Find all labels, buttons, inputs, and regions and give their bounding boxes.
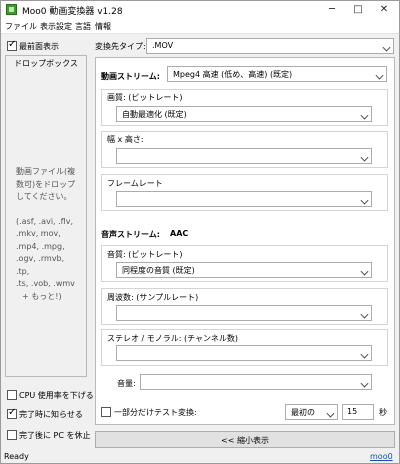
video-size-select[interactable]	[116, 148, 372, 164]
chevron-down-icon	[360, 310, 369, 319]
drop-line: .ts, .vob, .wmv	[16, 279, 75, 288]
target-type-select[interactable]: .MOV	[146, 38, 394, 54]
audio-stream-label: 音声ストリーム:	[101, 230, 160, 239]
test-seconds-value: 15	[347, 407, 358, 416]
drop-line: + もっと!)	[22, 291, 62, 301]
audio-quality-label: 音質: (ビットレート)	[107, 250, 183, 259]
chevron-down-icon	[375, 71, 384, 80]
video-framerate-select[interactable]	[116, 191, 372, 207]
video-framerate-label: フレームレート	[107, 179, 163, 188]
audio-codec-value: AAC	[170, 229, 189, 238]
volume-select[interactable]	[140, 374, 372, 390]
chevron-down-icon	[360, 350, 369, 359]
drop-line: (.asf, .avi, .flv,	[16, 216, 73, 226]
audio-quality-value: 同程度の音質 (既定)	[122, 266, 195, 275]
test-position-select[interactable]: 最初の	[285, 404, 338, 420]
app-icon	[6, 4, 17, 15]
audio-channels-label: ステレオ / モノラル: (チャンネル数)	[107, 334, 239, 343]
test-seconds-input[interactable]: 15	[342, 404, 374, 420]
audio-frequency-label: 周波数: (サンプルレート)	[107, 293, 199, 302]
test-convert-label: 一部分だけテスト変換:	[114, 408, 197, 417]
window-title: Moo0 動画変換器 v1.28	[22, 7, 123, 17]
target-type-value: .MOV	[152, 41, 174, 50]
chevron-down-icon	[360, 196, 369, 205]
video-quality-value: 自動最適化 (既定)	[122, 110, 187, 119]
chevron-down-icon	[360, 153, 369, 162]
minimize-button[interactable]: ─	[319, 1, 345, 19]
video-quality-label: 画質: (ビットレート)	[107, 93, 183, 102]
status-text: Ready	[4, 452, 29, 461]
cpu-limit-label: CPU 使用率を下げる	[19, 391, 94, 400]
drop-line-spacer	[16, 204, 80, 216]
shutdown-label: 完了後に PC を休止	[19, 431, 91, 440]
drop-line: .mkv, mov,	[16, 229, 61, 238]
cpu-limit-checkbox[interactable]	[7, 390, 17, 400]
notify-checkbox[interactable]	[7, 407, 17, 419]
video-codec-value: Mpeg4 高速 (低め、高速) (既定)	[173, 70, 293, 79]
audio-quality-select[interactable]: 同程度の音質 (既定)	[116, 262, 372, 278]
notify-label: 完了時に知らせる	[19, 410, 83, 419]
shutdown-checkbox[interactable]	[7, 430, 17, 440]
audio-frequency-select[interactable]	[116, 305, 372, 321]
drop-line: 数可)をドロップ	[16, 179, 76, 189]
close-button[interactable]: ✕	[371, 1, 397, 19]
chevron-down-icon	[360, 379, 369, 388]
menu-view-settings[interactable]: 表示設定	[40, 21, 72, 32]
drop-box-title: ドロップボックス	[14, 59, 78, 68]
video-stream-label: 動画ストリーム:	[101, 72, 160, 81]
menu-info[interactable]: 情報	[95, 21, 111, 32]
test-convert-checkbox[interactable]	[101, 407, 111, 417]
drop-line: してください。	[16, 192, 72, 201]
drop-line: 動画ファイル(複	[16, 167, 76, 176]
chevron-down-icon	[360, 267, 369, 276]
test-position-value: 最初の	[291, 408, 315, 417]
drop-box-instructions: 動画ファイル(複 数可)をドロップ してください。 (.asf, .avi, .…	[16, 166, 80, 303]
shrink-view-label: << 縮小表示	[221, 436, 269, 445]
target-type-label: 変換先タイプ:	[95, 42, 146, 51]
video-quality-select[interactable]: 自動最適化 (既定)	[116, 106, 372, 122]
shrink-view-button[interactable]: << 縮小表示	[95, 431, 395, 448]
video-codec-select[interactable]: Mpeg4 高速 (低め、高速) (既定)	[167, 66, 387, 82]
chevron-down-icon	[360, 111, 369, 120]
chevron-down-icon	[326, 409, 335, 418]
drop-line: .mp4, .mpg,	[16, 241, 65, 251]
maximize-button[interactable]: □	[345, 1, 371, 19]
volume-label: 音量:	[117, 379, 136, 388]
drop-line: .ogv, .rmvb, .tp,	[16, 254, 65, 276]
video-size-label: 幅 x 高さ:	[107, 135, 144, 144]
menu-file[interactable]: ファイル	[5, 21, 37, 32]
audio-channels-select[interactable]	[116, 345, 372, 361]
status-bar	[1, 451, 399, 463]
menu-language[interactable]: 言語	[75, 21, 91, 32]
chevron-down-icon	[382, 43, 391, 52]
moo0-link[interactable]: moo0	[370, 452, 393, 461]
always-on-top-checkbox[interactable]	[7, 39, 17, 51]
test-seconds-unit: 秒	[379, 408, 387, 417]
always-on-top-label: 最前面表示	[19, 42, 59, 51]
